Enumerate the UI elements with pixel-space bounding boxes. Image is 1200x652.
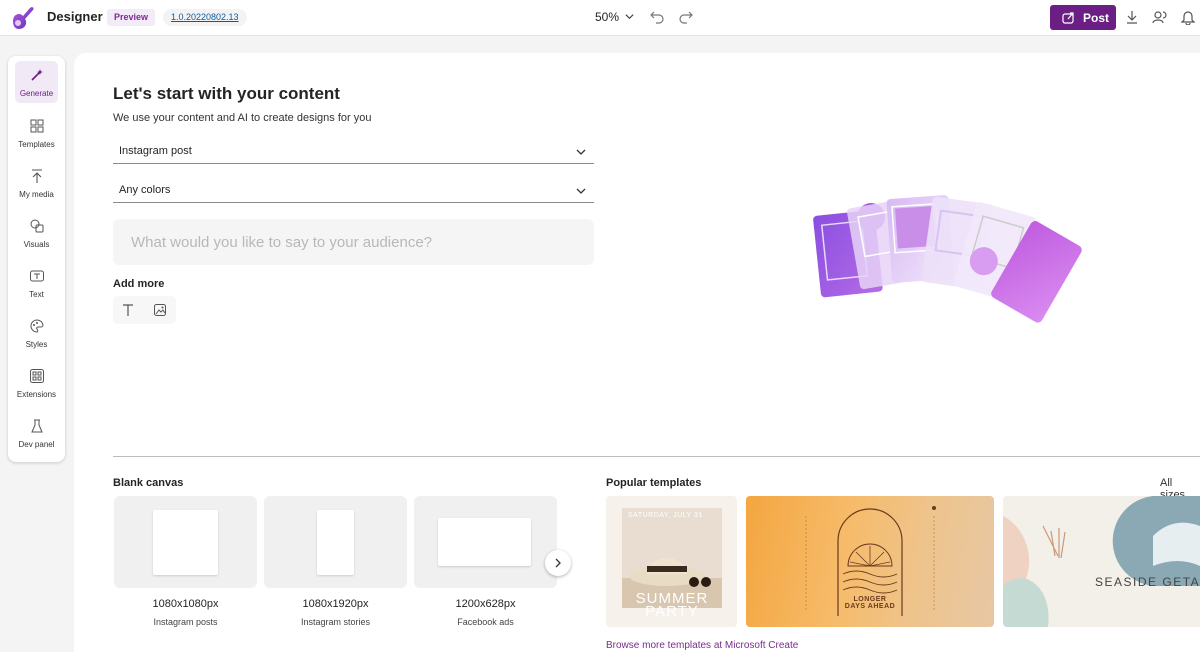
sidebar-item-label: Styles xyxy=(25,340,48,349)
app-name: Designer xyxy=(47,9,103,24)
canvas-preview-story xyxy=(317,510,354,575)
share-people-icon[interactable] xyxy=(1152,9,1168,25)
browse-templates-link[interactable]: Browse more templates at Microsoft Creat… xyxy=(606,640,798,651)
redo-icon[interactable] xyxy=(679,10,693,24)
canvas-name: Instagram posts xyxy=(153,617,218,627)
sidebar-item-visuals[interactable]: Visuals xyxy=(8,212,65,256)
prompt-placeholder: What would you like to say to your audie… xyxy=(131,234,433,251)
share-icon xyxy=(1062,12,1074,24)
designer-logo-icon xyxy=(13,7,34,29)
version-link[interactable]: 1.0.20220802.13 xyxy=(163,9,247,26)
add-text-icon[interactable] xyxy=(121,303,135,317)
canvas-preview-square xyxy=(153,510,218,575)
undo-icon[interactable] xyxy=(650,10,664,24)
sidebar-item-styles[interactable]: Styles xyxy=(8,312,65,356)
canvas-size: 1200x628px xyxy=(455,598,516,610)
sidebar-item-extensions[interactable]: Extensions xyxy=(8,362,65,406)
canvas-card-landscape[interactable] xyxy=(414,496,557,588)
sidebar-item-label: Generate xyxy=(19,89,54,98)
chevron-down-icon[interactable] xyxy=(625,12,634,21)
post-button-label: Post xyxy=(1083,11,1110,25)
sidebar-item-label: Text xyxy=(29,290,44,299)
sidebar-item-label: My media xyxy=(19,190,54,199)
download-icon[interactable] xyxy=(1124,9,1140,25)
upload-icon xyxy=(31,169,42,183)
section-divider xyxy=(113,456,1200,457)
canvas-name: Instagram stories xyxy=(300,617,371,627)
shapes-icon xyxy=(30,219,43,233)
next-button[interactable] xyxy=(545,550,571,576)
top-bar: Designer Preview 1.0.20220802.13 50% Pos… xyxy=(0,0,1200,36)
template-card-longer-days[interactable]: LONGER DAYS AHEAD xyxy=(746,496,994,627)
palette-icon xyxy=(30,319,44,333)
prompt-input[interactable]: What would you like to say to your audie… xyxy=(113,219,594,265)
template-title-text: SEASIDE GETA xyxy=(1095,575,1200,589)
format-dropdown[interactable]: Instagram post xyxy=(113,139,594,164)
zoom-level[interactable]: 50% xyxy=(595,10,619,24)
sidebar-item-dev-panel[interactable]: Dev panel xyxy=(8,412,65,456)
sidebar-item-text[interactable]: Text xyxy=(8,262,65,306)
apps-icon xyxy=(29,369,44,383)
template-title-text: SUMMER PARTY xyxy=(635,590,709,620)
sidebar: Generate Templates My media Visuals Text… xyxy=(8,56,65,462)
sidebar-item-label: Extensions xyxy=(16,390,57,399)
color-dropdown[interactable]: Any colors xyxy=(113,178,594,203)
canvas-name: Facebook ads xyxy=(457,617,514,627)
add-more-label: Add more xyxy=(113,278,165,290)
page-title: Let's start with your content xyxy=(113,84,340,103)
template-card-summer-party[interactable]: SATURDAY, JULY 31 SUMMER PARTY xyxy=(606,496,737,627)
chevron-down-icon xyxy=(576,149,586,155)
chevron-down-icon xyxy=(576,188,586,194)
canvas-size: 1080x1080px xyxy=(152,598,219,610)
flask-icon xyxy=(30,419,43,433)
canvas-card-story[interactable] xyxy=(264,496,407,588)
blank-canvas-heading: Blank canvas xyxy=(113,477,184,489)
format-dropdown-value: Instagram post xyxy=(119,145,192,157)
sidebar-item-label: Visuals xyxy=(23,240,50,249)
seaside-illustration xyxy=(1003,496,1200,627)
add-image-icon[interactable] xyxy=(153,303,167,317)
sidebar-item-label: Dev panel xyxy=(18,440,55,449)
sidebar-item-label: Templates xyxy=(18,140,55,149)
sidebar-item-generate[interactable]: Generate xyxy=(15,61,58,103)
hero-illustration xyxy=(813,195,1082,323)
text-icon xyxy=(29,270,44,282)
popular-templates-heading: Popular templates xyxy=(606,477,702,489)
page-subtitle: We use your content and AI to create des… xyxy=(113,112,372,124)
canvas-preview-landscape xyxy=(438,518,531,566)
color-dropdown-value: Any colors xyxy=(119,184,171,196)
template-title-text: LONGER DAYS AHEAD xyxy=(844,596,896,610)
chevron-right-icon xyxy=(555,558,561,568)
notification-icon[interactable] xyxy=(1180,9,1196,25)
post-button[interactable]: Post xyxy=(1050,5,1116,30)
template-card-seaside[interactable]: SEASIDE GETA xyxy=(1003,496,1200,627)
preview-badge: Preview xyxy=(107,9,156,26)
canvas-size: 1080x1920px xyxy=(302,598,369,610)
add-more-toolbar xyxy=(113,296,176,324)
sidebar-item-my-media[interactable]: My media xyxy=(8,162,65,206)
templates-icon xyxy=(30,119,43,133)
template-date-text: SATURDAY, JULY 31 xyxy=(628,512,703,519)
canvas-card-square[interactable] xyxy=(114,496,257,588)
sidebar-item-templates[interactable]: Templates xyxy=(8,112,65,156)
wand-icon xyxy=(30,69,43,81)
